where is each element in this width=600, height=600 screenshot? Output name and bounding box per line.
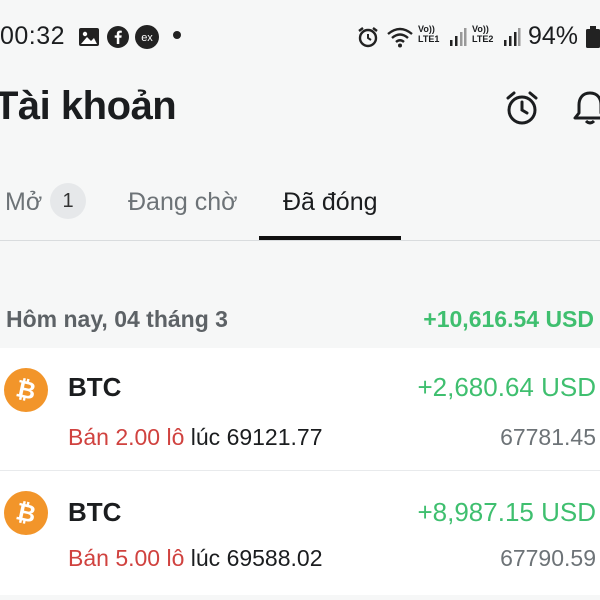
svg-text:₿: ₿ bbox=[14, 377, 39, 403]
trade-detail: Bán 2.00 lô lúc 69121.77 bbox=[68, 424, 323, 451]
trade-symbol: BTC bbox=[68, 497, 122, 527]
bell-icon[interactable] bbox=[570, 88, 600, 128]
sim1-label: Vo)) LTE1 bbox=[418, 24, 440, 44]
trade-close-price: 67790.59 bbox=[500, 545, 596, 571]
bitcoin-icon: ₿ bbox=[4, 368, 48, 412]
status-time: 00:32 bbox=[0, 22, 66, 50]
dot-icon bbox=[173, 31, 181, 39]
trade-pnl: +2,680.64 USD bbox=[417, 372, 596, 402]
trade-row[interactable]: ₿ BTC +8,987.15 USD Bán 5.00 lô lúc 6958… bbox=[0, 471, 600, 595]
tab-open[interactable]: Mở bbox=[5, 188, 42, 217]
bitcoin-icon: ₿ bbox=[4, 491, 48, 535]
trade-side: Bán 2.00 lô bbox=[68, 424, 185, 450]
tab-closed[interactable]: Đã đóng bbox=[283, 188, 378, 217]
trade-symbol: BTC bbox=[68, 372, 122, 402]
tab-pending[interactable]: Đang chờ bbox=[128, 188, 238, 217]
image-icon bbox=[78, 24, 100, 50]
status-bar: 00:32 ex Vo)) LTE1 Vo)) LTE2 94% bbox=[0, 0, 600, 72]
alarm-icon bbox=[356, 24, 380, 50]
trade-detail: Bán 5.00 lô lúc 69588.02 bbox=[68, 545, 323, 572]
battery-percent: 94% bbox=[528, 22, 579, 50]
page-title: Tài khoản bbox=[0, 84, 177, 128]
wifi-icon bbox=[385, 24, 415, 50]
section-date: Hôm nay, 04 tháng 3 bbox=[6, 306, 228, 332]
section-total-pnl: +10,616.54 USD bbox=[423, 306, 594, 332]
open-count-badge: 1 bbox=[50, 183, 86, 219]
trade-at-label: lúc bbox=[190, 545, 221, 571]
svg-text:₿: ₿ bbox=[14, 500, 39, 526]
trade-at-label: lúc bbox=[190, 424, 221, 450]
trade-side: Bán 5.00 lô bbox=[68, 545, 185, 571]
trade-pnl: +8,987.15 USD bbox=[417, 497, 596, 527]
trade-open-price: 69121.77 bbox=[226, 424, 323, 450]
exness-icon: ex bbox=[134, 24, 160, 50]
trade-row[interactable]: ₿ BTC +2,680.64 USD Bán 2.00 lô lúc 6912… bbox=[0, 348, 600, 472]
exness-label: ex bbox=[141, 32, 153, 44]
trade-open-price: 69588.02 bbox=[226, 545, 323, 571]
signal-sim2-icon bbox=[502, 24, 522, 50]
trade-close-price: 67781.45 bbox=[500, 424, 596, 450]
tabs-divider bbox=[0, 240, 600, 241]
sim2-label: Vo)) LTE2 bbox=[472, 24, 494, 44]
tab-bar: Mở Đang chờ Đã đóng bbox=[0, 170, 600, 242]
battery-icon bbox=[586, 24, 600, 50]
alarm-clock-icon[interactable] bbox=[502, 88, 542, 128]
facebook-icon bbox=[106, 24, 130, 50]
signal-sim1-icon bbox=[448, 24, 468, 50]
